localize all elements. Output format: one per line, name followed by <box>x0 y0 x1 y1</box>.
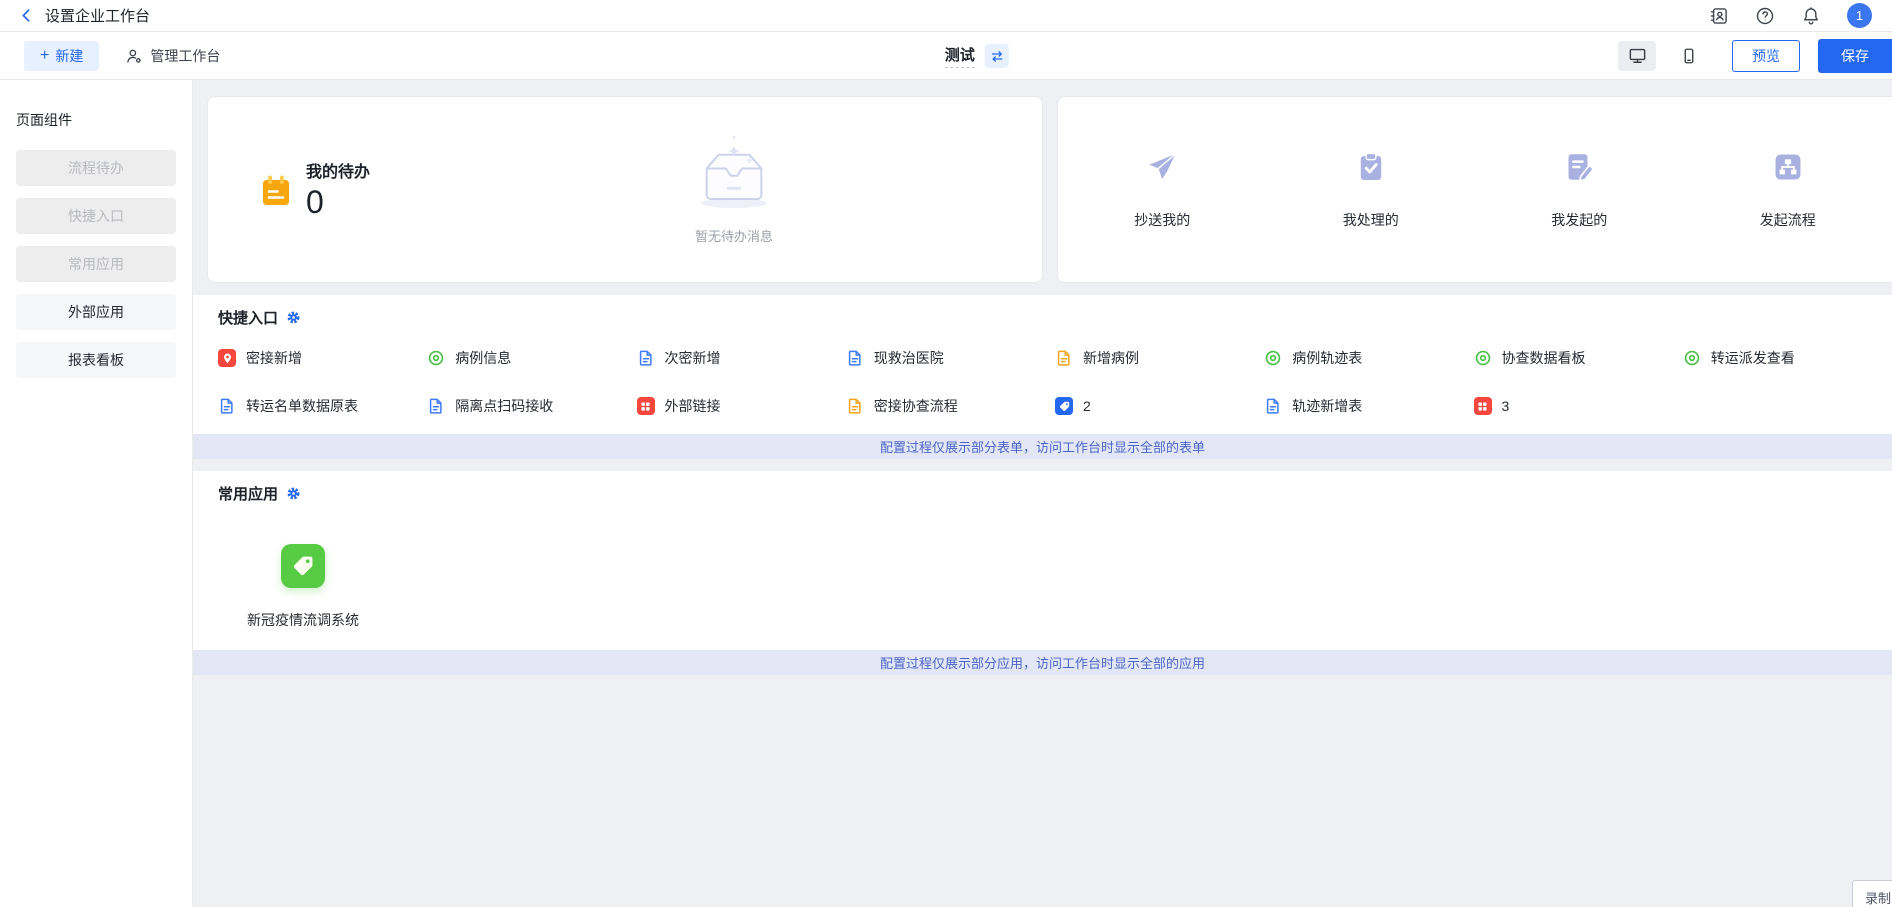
chevron-left-icon <box>18 7 35 24</box>
quick-entry-item[interactable]: 新增病例 <box>1055 348 1264 368</box>
red-pin-icon <box>218 349 236 367</box>
quick-entry-item[interactable]: 病例轨迹表 <box>1264 348 1473 368</box>
red-grid-icon <box>1474 397 1492 415</box>
editor-toolbar: + 新建 管理工作台 测试 <box>0 32 1892 80</box>
action-start-flow[interactable]: 发起流程 <box>1684 150 1892 230</box>
common-apps-title: 常用应用 <box>218 483 278 504</box>
quick-entry-item[interactable]: 隔离点扫码接收 <box>427 396 636 416</box>
gear-icon <box>286 310 301 325</box>
orange-doc-icon <box>1055 349 1073 367</box>
quick-entry-item[interactable]: 密接协查流程 <box>846 396 1055 416</box>
blue-tag-icon <box>1055 397 1073 415</box>
workbench-canvas: 我的待办 0 暂无待办消息 <box>193 80 1892 907</box>
person-gear-icon <box>125 47 143 65</box>
todo-count: 0 <box>306 184 370 221</box>
quick-entry-item[interactable]: 3 <box>1474 396 1683 416</box>
action-handled-by-me[interactable]: 我处理的 <box>1267 150 1476 230</box>
quick-entry-item[interactable]: 外部链接 <box>637 396 846 416</box>
monitor-icon <box>1628 46 1647 65</box>
gear-icon <box>286 486 301 501</box>
user-avatar[interactable]: 1 <box>1847 3 1872 28</box>
my-todo-card[interactable]: 我的待办 0 暂无待办消息 <box>207 96 1043 283</box>
blue-doc-icon <box>637 349 655 367</box>
todo-title: 我的待办 <box>306 158 370 182</box>
blue-doc-icon <box>427 397 445 415</box>
document-edit-icon <box>1562 150 1596 184</box>
app-label: 新冠疫情流调系统 <box>247 610 359 630</box>
blue-doc-icon <box>218 397 236 415</box>
todo-clipboard-icon <box>258 172 294 208</box>
green-target-icon <box>1264 349 1282 367</box>
page-title: 设置企业工作台 <box>45 5 150 26</box>
quick-entry-item[interactable]: 病例信息 <box>427 348 636 368</box>
flow-icon <box>1771 150 1805 184</box>
green-tag-app-icon <box>281 544 325 588</box>
plus-icon: + <box>40 48 49 64</box>
quick-entry-item[interactable]: 协查数据看板 <box>1474 348 1683 368</box>
empty-inbox-icon <box>678 130 790 212</box>
sidebar-item-external-apps[interactable]: 外部应用 <box>16 294 176 330</box>
blue-doc-icon <box>1264 397 1282 415</box>
send-icon <box>1145 150 1179 184</box>
green-target-icon <box>1474 349 1492 367</box>
flow-actions-card: 抄送我的 我处理的 我发起的 <box>1057 96 1892 283</box>
clipboard-check-icon <box>1354 150 1388 184</box>
phone-icon <box>1680 47 1698 65</box>
quick-entry-title: 快捷入口 <box>218 307 278 328</box>
sidebar-title: 页面组件 <box>16 110 176 130</box>
switch-workbench-button[interactable] <box>985 44 1009 68</box>
orange-doc-icon <box>846 397 864 415</box>
todo-empty-text: 暂无待办消息 <box>695 226 773 245</box>
quick-entry-item[interactable]: 密接新增 <box>218 348 427 368</box>
address-book-icon[interactable] <box>1709 6 1729 26</box>
todo-empty-state: 暂无待办消息 <box>678 130 790 245</box>
quick-entry-section: 快捷入口 密接新增 病例信息 次密新增 <box>193 295 1892 459</box>
sidebar-item-report-board[interactable]: 报表看板 <box>16 342 176 378</box>
action-started-by-me[interactable]: 我发起的 <box>1475 150 1684 230</box>
common-apps-section: 常用应用 新冠疫情流调系统 配置过程仅展示部分应用，访问工作台时显示全部的应用 <box>193 471 1892 675</box>
quick-entry-item[interactable]: 2 <box>1055 396 1264 416</box>
workbench-name: 测试 <box>945 44 975 68</box>
save-button[interactable]: 保存 <box>1818 39 1892 73</box>
back-button[interactable] <box>18 7 35 24</box>
help-icon[interactable] <box>1755 6 1775 26</box>
components-sidebar: 页面组件 流程待办 快捷入口 常用应用 外部应用 报表看板 <box>0 80 193 907</box>
common-apps-notice: 配置过程仅展示部分应用，访问工作台时显示全部的应用 <box>193 650 1892 675</box>
manage-workbench-button[interactable]: 管理工作台 <box>125 46 220 66</box>
sidebar-item-quick-entry: 快捷入口 <box>16 198 176 234</box>
app-header: 设置企业工作台 1 <box>0 0 1892 32</box>
sidebar-item-common-apps: 常用应用 <box>16 246 176 282</box>
bell-icon[interactable] <box>1801 6 1821 26</box>
quick-entry-grid: 密接新增 病例信息 次密新增 现救治医院 新增病例 <box>193 348 1892 416</box>
quick-entry-item[interactable]: 轨迹新增表 <box>1264 396 1473 416</box>
desktop-view-toggle[interactable] <box>1618 41 1656 71</box>
sidebar-item-process-todo: 流程待办 <box>16 150 176 186</box>
quick-entry-settings-button[interactable] <box>286 310 301 325</box>
green-target-icon <box>427 349 445 367</box>
preview-button[interactable]: 预览 <box>1732 40 1800 72</box>
mobile-view-toggle[interactable] <box>1670 41 1708 71</box>
app-tile[interactable]: 新冠疫情流调系统 <box>237 544 369 630</box>
swap-icon <box>989 49 1004 64</box>
quick-entry-item[interactable]: 转运派发查看 <box>1683 348 1892 368</box>
action-cc-to-me[interactable]: 抄送我的 <box>1058 150 1267 230</box>
quick-entry-item[interactable]: 次密新增 <box>637 348 846 368</box>
common-apps-settings-button[interactable] <box>286 486 301 501</box>
quick-entry-notice: 配置过程仅展示部分表单，访问工作台时显示全部的表单 <box>193 434 1892 459</box>
blue-doc-icon <box>846 349 864 367</box>
record-widget[interactable]: 录制 <box>1852 880 1892 907</box>
quick-entry-item[interactable]: 转运名单数据原表 <box>218 396 427 416</box>
quick-entry-item[interactable]: 现救治医院 <box>846 348 1055 368</box>
green-target-icon <box>1683 349 1701 367</box>
new-button[interactable]: + 新建 <box>24 41 99 71</box>
red-grid-icon <box>637 397 655 415</box>
